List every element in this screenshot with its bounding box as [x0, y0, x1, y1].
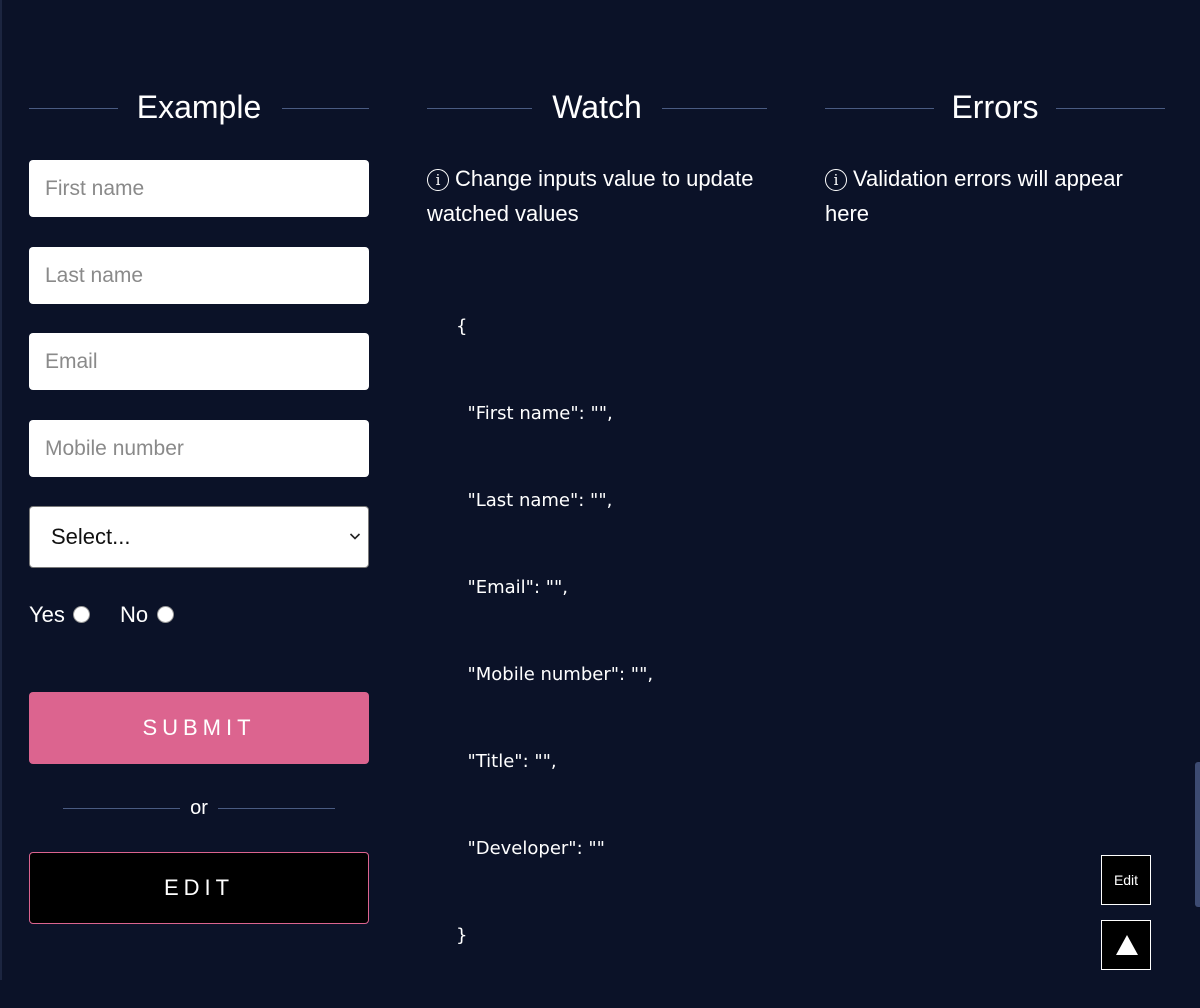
errors-info-message: i Validation errors will appear here [825, 161, 1165, 231]
json-line: "Email": "", [456, 577, 569, 598]
radio-button-no[interactable] [157, 606, 174, 623]
errors-heading: Errors [825, 86, 1165, 128]
triangle-up-icon [1116, 935, 1138, 955]
json-line: } [456, 925, 468, 946]
watch-info-message: i Change inputs value to update watched v… [427, 161, 767, 231]
developer-radio-group: Yes No [29, 600, 369, 630]
chevron-down-icon [349, 533, 361, 540]
errors-title: Errors [951, 89, 1039, 125]
radio-option-yes[interactable]: Yes [29, 600, 90, 630]
submit-button[interactable]: SUBMIT [29, 692, 369, 764]
last-name-input[interactable] [29, 247, 369, 304]
heading-rule-right [282, 108, 369, 109]
or-divider: or [29, 795, 369, 821]
scroll-to-top-button[interactable] [1101, 920, 1151, 970]
watch-heading: Watch [427, 86, 767, 128]
radio-label-yes: Yes [29, 602, 65, 627]
radio-option-no[interactable]: No [120, 600, 174, 630]
or-rule-right [218, 808, 335, 809]
json-line: "Last name": "", [456, 490, 613, 511]
json-line: "Mobile number": "", [456, 664, 654, 685]
heading-rule-right [662, 108, 767, 109]
json-line: "Title": "", [456, 751, 557, 772]
select-value: Select... [51, 524, 131, 549]
watch-info-text: Change inputs value to update watched va… [427, 166, 754, 226]
example-title: Example [136, 89, 262, 125]
radio-label-no: No [120, 602, 149, 627]
title-select[interactable]: Select... [29, 506, 369, 568]
first-name-input[interactable] [29, 160, 369, 217]
radio-button-yes[interactable] [73, 606, 90, 623]
info-icon: i [825, 169, 847, 191]
watch-title: Watch [552, 89, 642, 125]
edit-button[interactable]: EDIT [29, 852, 369, 924]
scrollbar-thumb[interactable] [1195, 762, 1200, 907]
json-line: "Developer": "" [456, 838, 605, 859]
mobile-number-input[interactable] [29, 420, 369, 477]
watched-values-json: { "First name": "", "Last name": "", "Em… [456, 254, 653, 1008]
heading-rule-right [1056, 108, 1165, 109]
example-heading: Example [29, 86, 369, 128]
floating-edit-button[interactable]: Edit [1101, 855, 1151, 905]
info-icon: i [427, 169, 449, 191]
errors-info-text: Validation errors will appear here [825, 166, 1123, 226]
email-input[interactable] [29, 333, 369, 390]
json-line: "First name": "", [456, 403, 613, 424]
left-window-edge [0, 0, 2, 980]
json-line: { [456, 316, 468, 337]
